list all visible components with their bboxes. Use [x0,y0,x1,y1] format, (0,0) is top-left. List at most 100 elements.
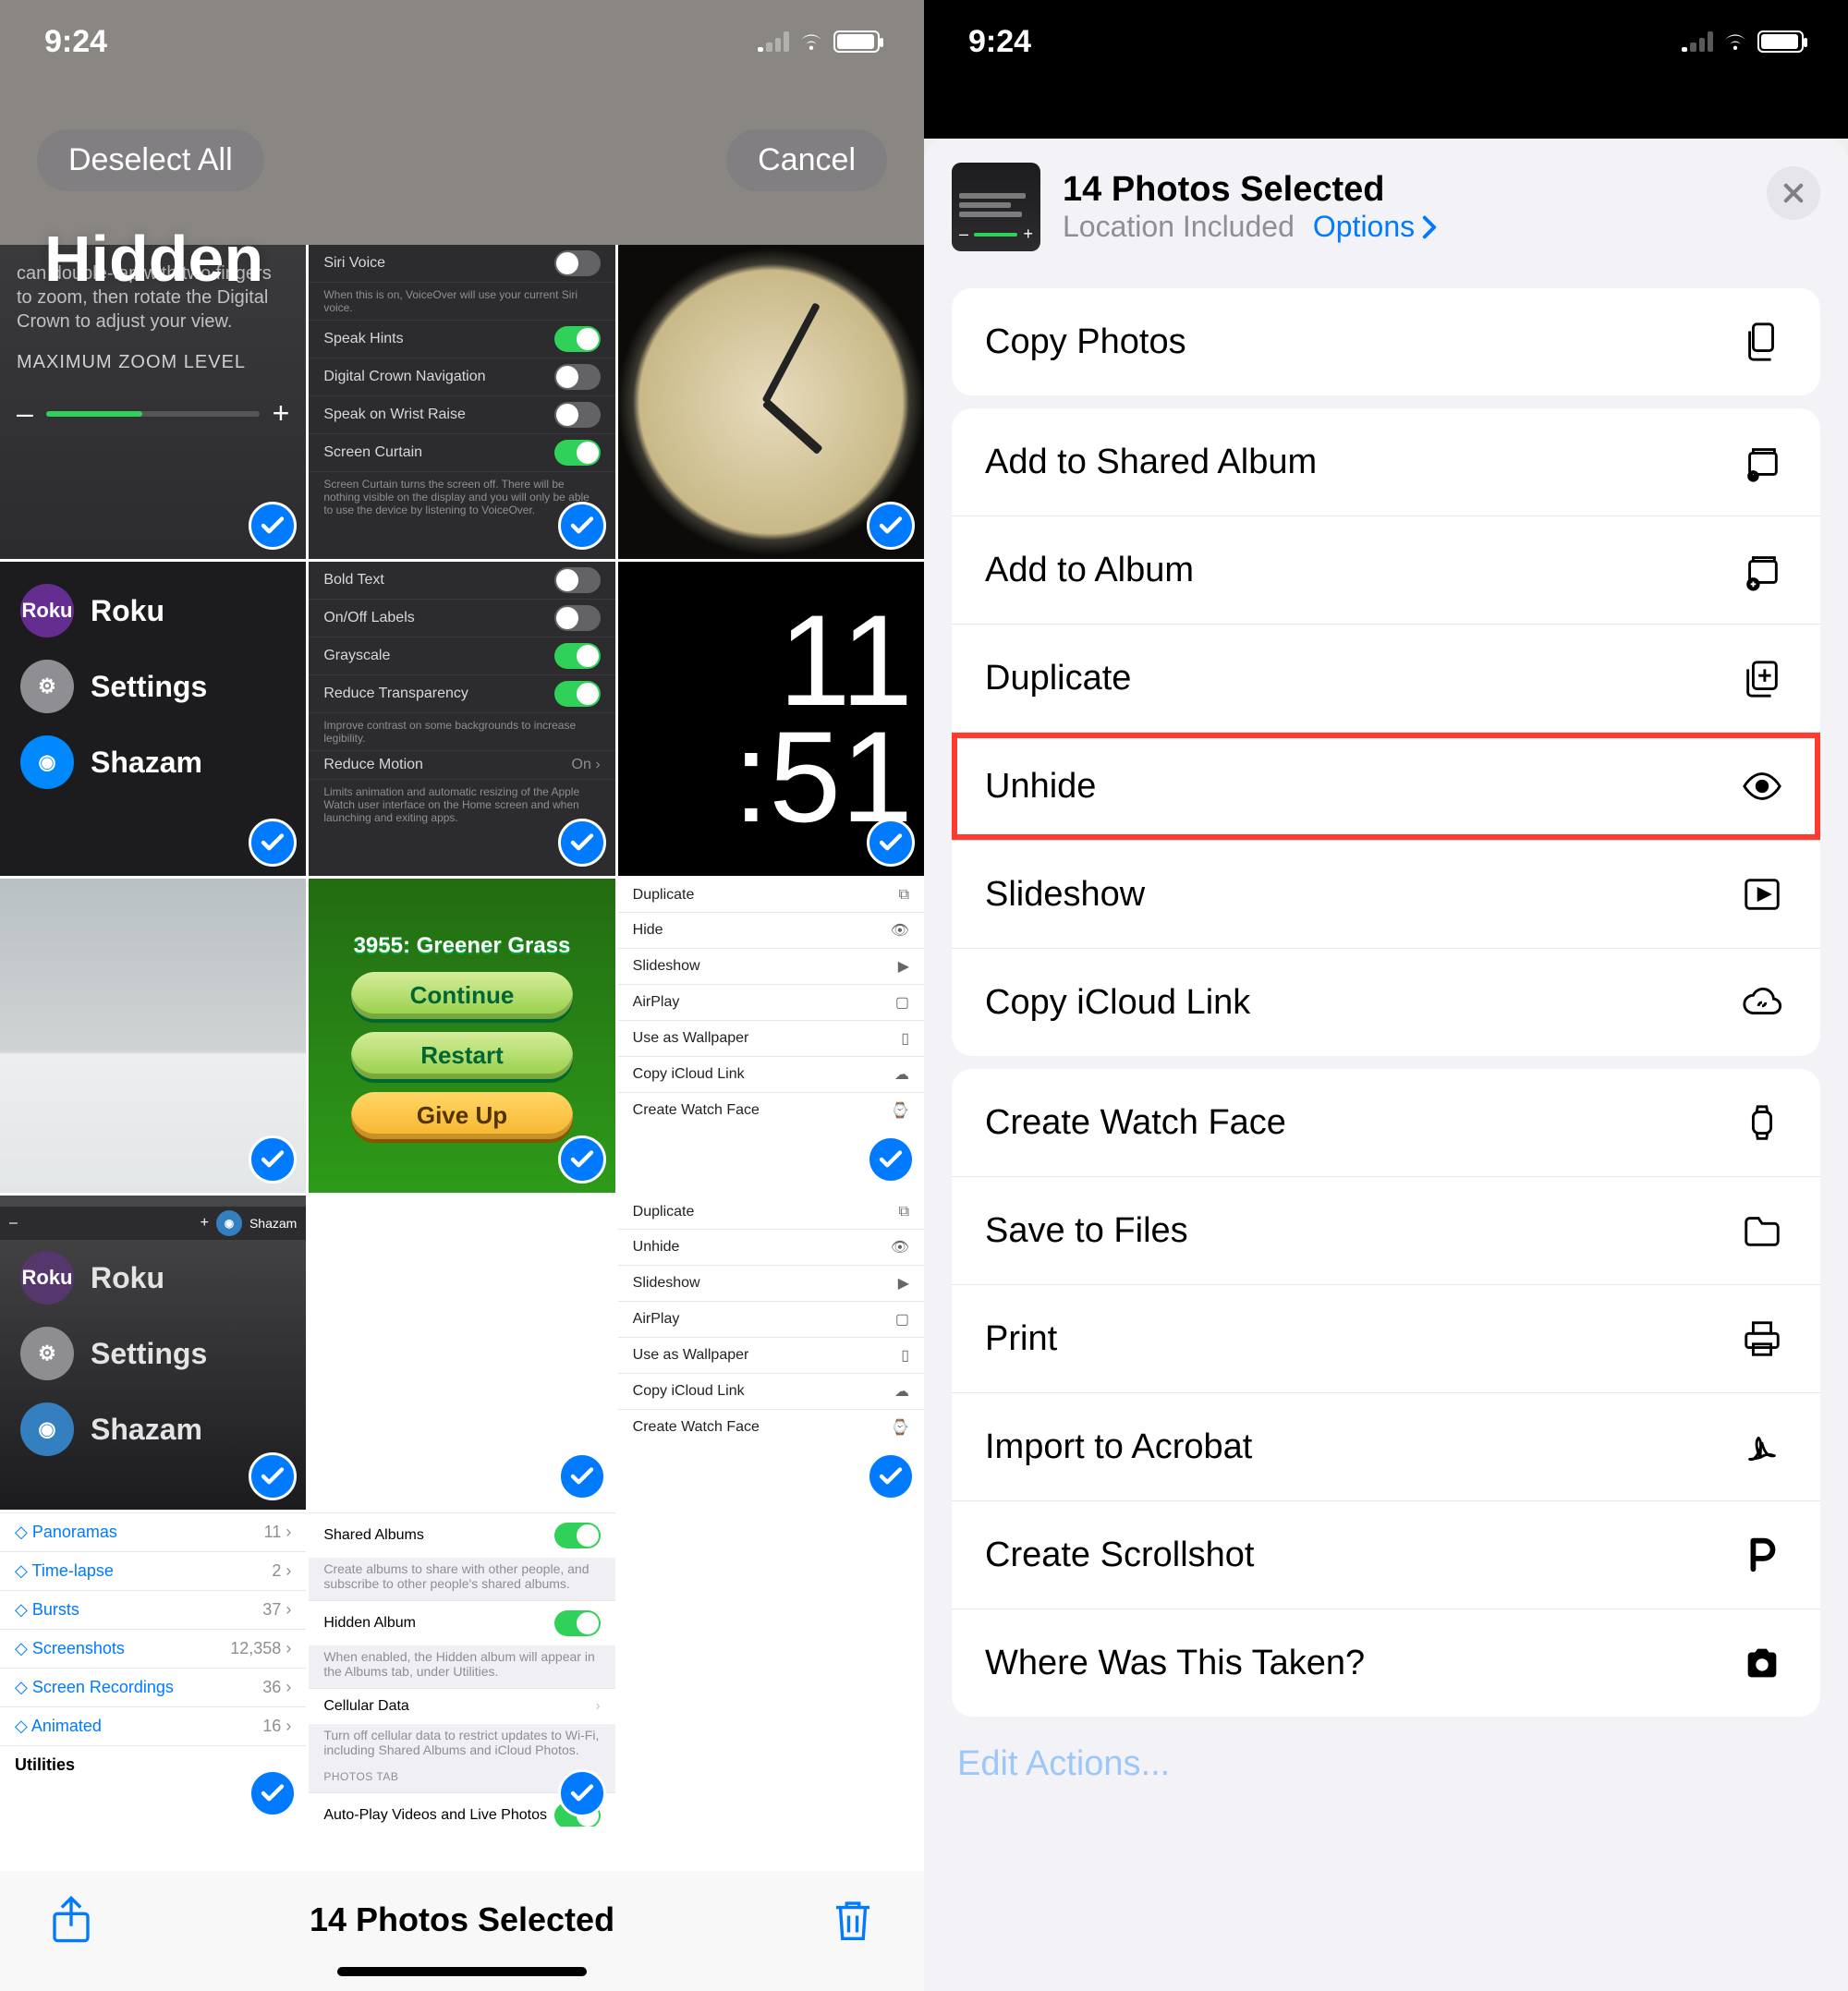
action-create-watch-face[interactable]: Create Watch Face [952,1069,1820,1176]
action-label: Where Was This Taken? [985,1644,1365,1683]
action-label: Create Scrollshot [985,1536,1254,1575]
selection-check-icon [558,1135,606,1184]
wifi-icon [796,30,826,53]
options-button[interactable]: Options [1313,210,1437,244]
close-icon [1781,180,1806,206]
status-icons [1682,30,1804,53]
page-title: Hidden [44,222,263,296]
status-time: 9:24 [968,24,1031,60]
action-label: Add to Shared Album [985,443,1317,482]
folder-icon [1737,1208,1787,1253]
share-sheet: –+ 14 Photos Selected Location Included … [924,139,1848,1991]
photo-thumb[interactable] [0,879,306,1193]
battery-icon [833,30,880,53]
photo-thumb[interactable]: Bold TextOn/Off LabelsGrayscaleReduce Tr… [309,562,614,876]
selection-check-icon [867,1452,915,1500]
cellular-icon [758,31,789,52]
selection-check-icon [249,502,297,550]
battery-icon [1757,30,1804,53]
header-thumbnail: –+ [952,163,1040,251]
selection-check-icon [249,1452,297,1500]
duplicate-icon [1737,656,1787,700]
selection-check-icon [558,502,606,550]
action-unhide[interactable]: Unhide [952,732,1820,840]
status-icons [758,30,880,53]
photo-thumb[interactable]: Siri VoiceWhen this is on, VoiceOver wil… [309,245,614,559]
left-screen: 9:24 Deselect All Cancel Hidden can doub… [0,0,924,1991]
action-print[interactable]: Print [952,1284,1820,1392]
action-label: Import to Acrobat [985,1427,1252,1467]
action-save-to-files[interactable]: Save to Files [952,1176,1820,1284]
action-duplicate[interactable]: Duplicate [952,624,1820,732]
photo-thumb[interactable] [309,1196,614,1510]
chevron-right-icon [1422,215,1437,239]
camera-icon [1737,1641,1787,1685]
selection-check-icon [867,502,915,550]
action-label: Copy iCloud Link [985,983,1250,1023]
right-screen: 9:24 –+ 14 Photos Selected Location Incl… [924,0,1848,1991]
selection-check-icon [867,1135,915,1184]
selection-check-icon [558,819,606,867]
selection-check-icon [558,1769,606,1817]
action-label: Save to Files [985,1211,1188,1251]
action-add-to-album[interactable]: Add to Album [952,516,1820,624]
share-icon[interactable] [46,1895,96,1945]
edit-actions-link[interactable]: Edit Actions... [924,1711,1848,1817]
p-icon [1737,1533,1787,1577]
action-label: Unhide [985,767,1096,807]
photo-thumb[interactable]: –+◉ShazamRokuRoku⚙Settings◉Shazam [0,1196,306,1510]
sheet-subtitle: Location Included [1063,210,1295,244]
printer-icon [1737,1317,1787,1361]
cancel-button[interactable]: Cancel [726,129,887,191]
trash-icon[interactable] [828,1895,878,1945]
watch-icon [1737,1100,1787,1145]
nav-bar: Deselect All Cancel [0,129,924,191]
photo-thumb[interactable]: Shared AlbumsCreate albums to share with… [309,1512,614,1827]
home-indicator [337,1967,587,1976]
eye-icon [1737,764,1787,808]
action-label: Create Watch Face [985,1103,1286,1143]
acrobat-icon [1737,1425,1787,1469]
cloud-link-icon [1737,980,1787,1025]
action-label: Duplicate [985,659,1131,698]
photo-thumb[interactable]: Duplicate⧉Hide👁Slideshow▶AirPlay▢Use as … [618,879,924,1193]
cellular-icon [1682,31,1713,52]
selection-check-icon [867,819,915,867]
photo-thumb[interactable] [618,245,924,559]
action-copy-icloud-link[interactable]: Copy iCloud Link [952,948,1820,1056]
photo-grid: can double-tap with two fingers to zoom,… [0,245,924,1871]
photo-thumb[interactable]: 11 :51 [618,562,924,876]
status-bar: 9:24 [924,0,1848,83]
action-label: Add to Album [985,551,1194,590]
shared-album-icon [1737,440,1787,484]
bottom-toolbar: 14 Photos Selected [0,1871,924,1991]
selection-check-icon [249,1769,297,1817]
close-button[interactable] [1767,166,1820,220]
status-time: 9:24 [44,24,107,60]
photo-thumb-empty [618,1512,924,1827]
add-album-icon [1737,548,1787,592]
action-add-to-shared-album[interactable]: Add to Shared Album [952,408,1820,516]
selection-count: 14 Photos Selected [310,1900,614,1939]
photo-thumb[interactable]: ◇ Panoramas11 ›◇ Time-lapse2 ›◇ Bursts37… [0,1512,306,1827]
action-import-to-acrobat[interactable]: Import to Acrobat [952,1392,1820,1500]
photo-thumb[interactable]: 3955: Greener Grass Continue Restart Giv… [309,879,614,1193]
wifi-icon [1720,30,1750,53]
photo-thumb[interactable]: Duplicate⧉Unhide👁Slideshow▶AirPlay▢Use a… [618,1196,924,1510]
selection-check-icon [249,819,297,867]
selection-check-icon [249,1135,297,1184]
sheet-title: 14 Photos Selected [1063,170,1437,210]
action-label: Slideshow [985,875,1145,915]
selection-check-icon [558,1452,606,1500]
play-icon [1737,872,1787,917]
status-bar: 9:24 [0,0,924,83]
deselect-all-button[interactable]: Deselect All [37,129,264,191]
photo-thumb[interactable]: RokuRoku⚙Settings◉Shazam [0,562,306,876]
action-create-scrollshot[interactable]: Create Scrollshot [952,1500,1820,1609]
action-label: Copy Photos [985,322,1186,362]
action-where-was-this-taken[interactable]: Where Was This Taken? [952,1609,1820,1717]
sheet-header: –+ 14 Photos Selected Location Included … [924,139,1848,275]
action-slideshow[interactable]: Slideshow [952,840,1820,948]
copy-icon [1737,320,1787,364]
action-copy-photos[interactable]: Copy Photos [952,288,1820,395]
